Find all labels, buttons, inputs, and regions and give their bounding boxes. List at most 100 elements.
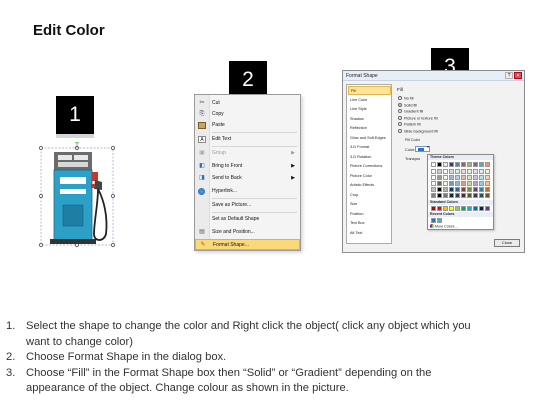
theme-color-swatch[interactable] [443,181,448,186]
category-3d-format[interactable]: 3-D Format [348,143,391,152]
menu-item-bring-to-front[interactable]: ◧ Bring to Front ▶ [195,161,300,172]
theme-color-swatch[interactable] [479,193,484,198]
theme-color-swatch[interactable] [455,193,460,198]
radio-picture-fill[interactable]: Picture or texture fill [398,115,438,122]
theme-color-swatch[interactable] [479,162,484,167]
theme-color-swatch[interactable] [455,175,460,180]
radio-gradient-fill[interactable]: Gradient fill [398,109,423,115]
menu-item-set-default-shape[interactable]: Set as Default Shape [195,214,300,225]
standard-color-swatch[interactable] [437,206,442,211]
theme-color-swatch[interactable] [461,169,466,174]
category-crop[interactable]: Crop [348,191,391,200]
theme-color-swatch[interactable] [431,175,436,180]
menu-item-format-shape[interactable]: ✎ Format Shape... [195,239,300,250]
category-alt-text[interactable]: Alt Text [348,229,391,238]
theme-color-swatch[interactable] [485,181,490,186]
theme-color-swatch[interactable] [437,162,442,167]
theme-color-swatch[interactable] [443,187,448,192]
theme-color-swatch[interactable] [473,162,478,167]
category-reflection[interactable]: Reflection [348,124,391,133]
theme-color-swatch[interactable] [485,169,490,174]
close-icon[interactable]: × [514,72,522,79]
theme-color-swatch[interactable] [455,169,460,174]
theme-color-swatch[interactable] [461,193,466,198]
standard-color-swatch[interactable] [479,206,484,211]
theme-color-swatch[interactable] [431,187,436,192]
theme-color-swatch[interactable] [461,175,466,180]
standard-color-swatch[interactable] [431,206,436,211]
theme-color-swatch[interactable] [467,193,472,198]
theme-color-swatch[interactable] [479,175,484,180]
category-3d-rotation[interactable]: 3-D Rotation [348,153,391,162]
menu-item-size-and-position[interactable]: ▤ Size and Position... [195,227,300,238]
theme-color-swatch[interactable] [473,187,478,192]
recent-color-swatch[interactable] [431,218,436,223]
theme-color-swatch[interactable] [437,169,442,174]
theme-color-swatch[interactable] [467,175,472,180]
standard-color-swatch[interactable] [485,206,490,211]
theme-color-swatch[interactable] [479,181,484,186]
theme-color-swatch[interactable] [443,169,448,174]
recent-color-swatch[interactable] [437,218,442,223]
more-colors-option[interactable]: More Colors... [430,224,458,229]
theme-color-swatch[interactable] [461,181,466,186]
theme-color-swatch[interactable] [467,187,472,192]
theme-color-swatch[interactable] [449,169,454,174]
theme-color-swatch[interactable] [485,162,490,167]
category-size[interactable]: Size [348,200,391,209]
menu-item-group[interactable]: ▣ Group ▶ [195,148,300,159]
category-fill[interactable]: Fill [348,86,391,95]
theme-color-swatch[interactable] [485,187,490,192]
menu-item-edit-text[interactable]: A Edit Text [195,134,300,145]
theme-color-swatch[interactable] [485,193,490,198]
category-picture-corrections[interactable]: Picture Corrections [348,162,391,171]
standard-color-swatch[interactable] [455,206,460,211]
menu-item-hyperlink[interactable]: Hyperlink... [195,186,300,197]
theme-color-swatch[interactable] [443,193,448,198]
theme-color-swatch[interactable] [461,187,466,192]
standard-color-swatch[interactable] [467,206,472,211]
theme-color-swatch[interactable] [455,181,460,186]
theme-color-swatch[interactable] [437,193,442,198]
theme-color-swatch[interactable] [449,193,454,198]
theme-color-swatch[interactable] [449,187,454,192]
category-line-style[interactable]: Line Style [348,105,391,114]
theme-color-swatch[interactable] [449,162,454,167]
help-icon[interactable]: ? [505,72,513,79]
theme-color-swatch[interactable] [473,175,478,180]
standard-color-swatch[interactable] [449,206,454,211]
theme-color-swatch[interactable] [437,175,442,180]
category-shadow[interactable]: Shadow [348,115,391,124]
menu-item-send-to-back[interactable]: ◨ Send to Back ▶ [195,173,300,184]
fuel-pump-shape[interactable] [36,140,116,250]
theme-color-swatch[interactable] [449,181,454,186]
menu-item-copy[interactable]: ⎘ Copy [195,109,300,120]
theme-color-swatch[interactable] [431,169,436,174]
standard-color-swatch[interactable] [473,206,478,211]
theme-color-swatch[interactable] [473,193,478,198]
close-button[interactable]: Close [494,239,520,247]
theme-color-swatch[interactable] [467,162,472,167]
category-picture-color[interactable]: Picture Color [348,172,391,181]
category-glow-soft-edges[interactable]: Glow and Soft Edges [348,134,391,143]
category-artistic-effects[interactable]: Artistic Effects [348,181,391,190]
radio-slide-background-fill[interactable]: Slide background fill [398,128,438,135]
menu-item-save-as-picture[interactable]: Save as Picture... [195,200,300,211]
theme-color-swatch[interactable] [437,181,442,186]
category-position[interactable]: Position [348,210,391,219]
color-dropdown-button[interactable] [415,144,430,152]
theme-color-swatch[interactable] [455,187,460,192]
theme-color-swatch[interactable] [437,187,442,192]
standard-color-swatch[interactable] [461,206,466,211]
radio-pattern-fill[interactable]: Pattern fill [398,122,421,128]
category-text-box[interactable]: Text Box [348,219,391,228]
theme-color-swatch[interactable] [479,187,484,192]
theme-color-swatch[interactable] [473,169,478,174]
theme-color-swatch[interactable] [443,175,448,180]
radio-no-fill[interactable]: No fill [398,96,414,102]
theme-color-swatch[interactable] [479,169,484,174]
standard-color-swatch[interactable] [443,206,448,211]
theme-color-swatch[interactable] [467,181,472,186]
theme-color-swatch[interactable] [431,193,436,198]
theme-color-swatch[interactable] [455,162,460,167]
